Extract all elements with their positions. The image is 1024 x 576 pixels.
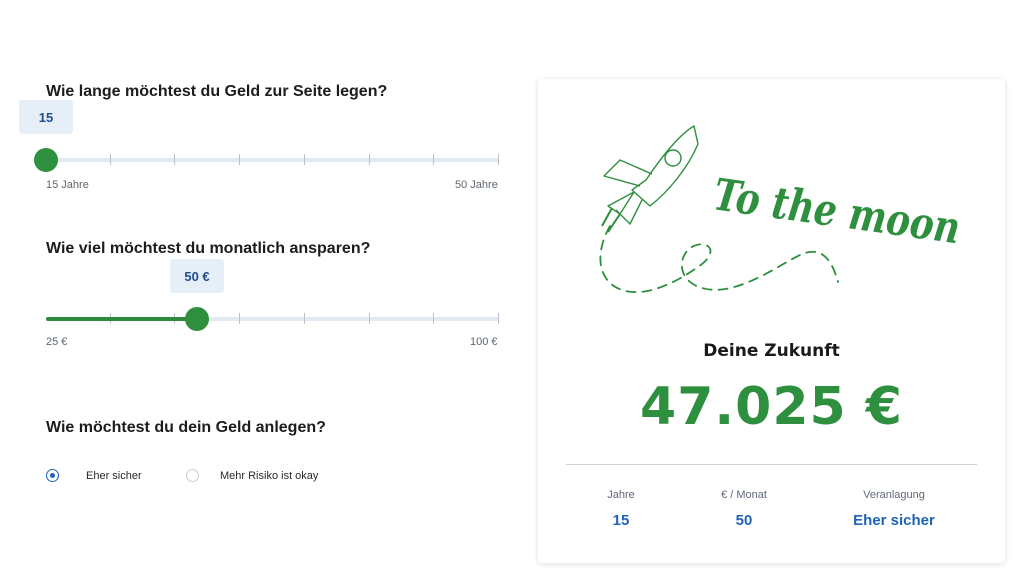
slider-fill — [46, 317, 197, 321]
slider-tick — [239, 154, 240, 165]
slider-tick — [498, 154, 499, 165]
monthly-max-label: 100 € — [470, 336, 498, 348]
result-subtitle: Deine Zukunft — [703, 341, 840, 361]
summary-value: Eher sicher — [853, 512, 935, 529]
monthly-min-label: 25 € — [46, 336, 68, 348]
duration-value-bubble: 15 — [19, 100, 73, 134]
radio-button[interactable] — [186, 469, 199, 482]
duration-question: Wie lange möchtest du Geld zur Seite leg… — [46, 83, 388, 100]
summary-label: Jahre — [607, 489, 635, 501]
radio-mehr-risiko[interactable]: Mehr Risiko ist okay — [186, 469, 318, 482]
result-card: To the moon Deine Zukunft 47.025 € Jahre… — [538, 79, 1005, 563]
investment-question: Wie möchtest du dein Geld anlegen? — [46, 419, 326, 436]
monthly-slider-thumb[interactable] — [185, 307, 209, 331]
slider-tick — [369, 154, 370, 165]
slider-tick — [369, 313, 370, 324]
radio-eher-sicher[interactable]: Eher sicher — [46, 469, 142, 482]
duration-slider-thumb[interactable] — [34, 148, 58, 172]
result-amount: 47.025 € — [640, 377, 903, 437]
summary-value: 50 — [735, 512, 753, 529]
radio-label: Eher sicher — [86, 469, 142, 482]
slider-tick — [433, 313, 434, 324]
slider-track[interactable] — [46, 158, 499, 162]
monthly-question: Wie viel möchtest du monatlich ansparen? — [46, 240, 371, 257]
slider-tick — [433, 154, 434, 165]
summary-years: Jahre 15 — [551, 489, 691, 529]
slider-tick — [304, 154, 305, 165]
summary-monthly: € / Monat 50 — [674, 489, 814, 529]
slider-tick — [304, 313, 305, 324]
divider — [566, 464, 977, 465]
flight-trail — [599, 225, 839, 293]
radio-label: Mehr Risiko ist okay — [220, 469, 319, 482]
duration-slider[interactable]: 15 — [19, 100, 499, 175]
slider-tick — [110, 154, 111, 165]
duration-min-label: 15 Jahre — [46, 179, 89, 191]
rocket-icon — [601, 125, 699, 233]
summary-label: € / Monat — [721, 489, 767, 501]
summary-label: Veranlagung — [863, 489, 925, 501]
rocket-illustration: To the moon — [599, 125, 963, 293]
monthly-slider[interactable]: 50 € — [46, 259, 499, 334]
duration-max-label: 50 Jahre — [455, 179, 498, 191]
slider-tick — [498, 313, 499, 324]
monthly-value-bubble: 50 € — [170, 259, 224, 293]
slider-tick — [239, 313, 240, 324]
slogan-text: To the moon — [710, 169, 963, 254]
summary-value: 15 — [612, 512, 630, 529]
radio-button[interactable] — [46, 469, 59, 482]
summary-investment: Veranlagung Eher sicher — [824, 489, 964, 529]
slider-tick — [174, 154, 175, 165]
